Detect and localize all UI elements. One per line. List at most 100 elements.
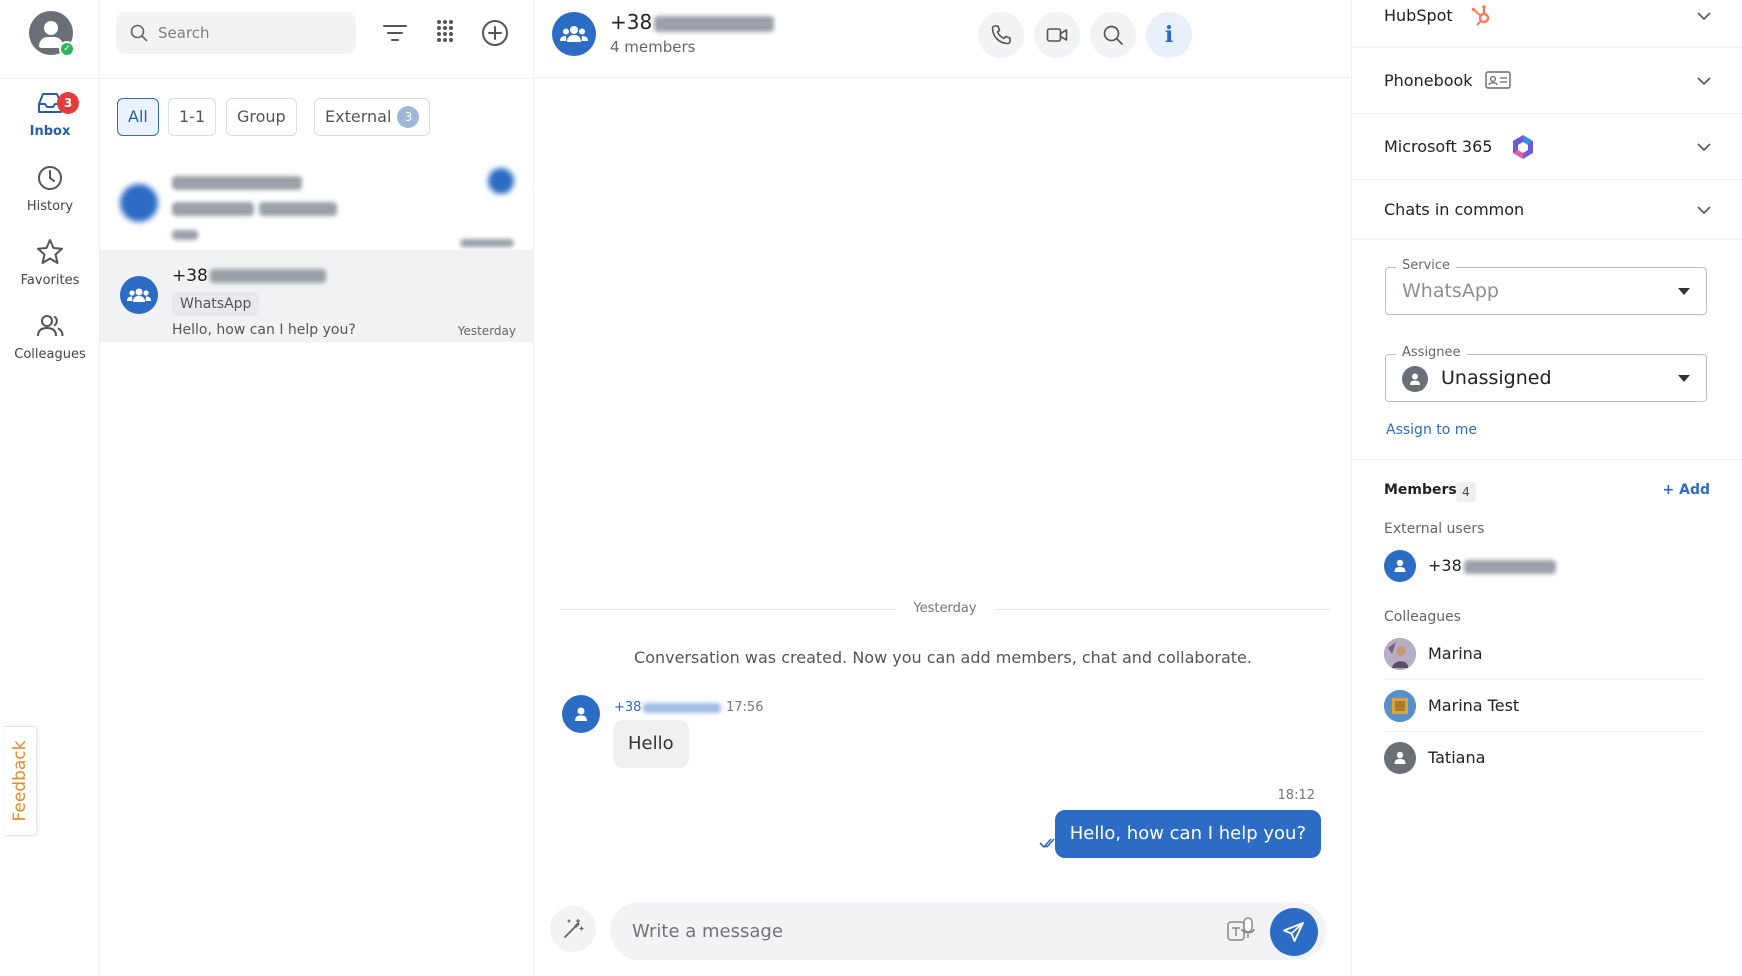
member-item[interactable]: Marina Test xyxy=(1384,680,1704,732)
conversation-item[interactable]: +38 WhatsApp Hello, how can I help you? … xyxy=(100,250,534,342)
chevron-down-icon xyxy=(1697,77,1711,86)
search-input[interactable] xyxy=(158,12,348,54)
chat-panel: +38 4 members i Yesterday Conversation w… xyxy=(534,0,1352,976)
section-phonebook[interactable]: Phonebook xyxy=(1352,48,1742,114)
search-chat-button[interactable] xyxy=(1090,12,1136,58)
filter-external-label: External xyxy=(325,107,392,126)
filter-group[interactable]: Group xyxy=(226,98,297,136)
magic-wand-icon xyxy=(564,918,584,938)
dialpad-button[interactable] xyxy=(428,16,462,50)
filter-group-label: Group xyxy=(237,107,286,126)
app-window: ✓ 3 Inbox History Favorites Colleagues F… xyxy=(0,0,1742,976)
call-button[interactable] xyxy=(978,12,1024,58)
member-item[interactable]: +38 xyxy=(1384,540,1704,592)
info-button[interactable]: i xyxy=(1146,12,1192,58)
member-avatar xyxy=(1384,550,1416,582)
ai-assist-button[interactable] xyxy=(550,906,596,952)
dialpad-icon xyxy=(437,20,453,42)
dropdown-caret-icon xyxy=(1678,288,1690,295)
section-chats-in-common-title: Chats in common xyxy=(1384,200,1525,219)
add-member-button[interactable]: + Add xyxy=(1663,482,1710,498)
photo-avatar-icon xyxy=(1384,690,1416,722)
section-hubspot[interactable]: HubSpot xyxy=(1352,0,1742,48)
service-value: WhatsApp xyxy=(1402,280,1499,302)
conversation-list-panel: All 1-1 Group External 3 +38 WhatsApp Hel… xyxy=(100,0,534,976)
member-avatar xyxy=(1384,742,1416,774)
new-conversation-button[interactable] xyxy=(478,16,512,50)
filter-button[interactable] xyxy=(378,16,412,50)
chat-avatar[interactable] xyxy=(552,12,596,56)
conversation-item-hidden[interactable] xyxy=(100,158,534,250)
filter-one-to-one-label: 1-1 xyxy=(179,107,206,126)
filter-one-to-one[interactable]: 1-1 xyxy=(168,98,217,136)
filter-all[interactable]: All xyxy=(117,98,159,136)
inbox-unread-badge: 3 xyxy=(57,92,79,114)
section-microsoft-365-title: Microsoft 365 xyxy=(1384,137,1493,156)
members-title: Members xyxy=(1384,482,1457,498)
member-name: Marina xyxy=(1428,644,1483,663)
message-input[interactable] xyxy=(632,902,1192,960)
plus-circle-icon xyxy=(482,20,508,46)
feedback-tab[interactable]: Feedback xyxy=(4,726,37,836)
section-microsoft-365[interactable]: Microsoft 365 xyxy=(1352,114,1742,180)
info-icon: i xyxy=(1164,22,1174,48)
member-avatar xyxy=(1384,638,1416,670)
filter-all-label: All xyxy=(128,107,148,126)
conversation-service-tag: WhatsApp xyxy=(172,292,260,316)
nav-inbox[interactable]: 3 Inbox xyxy=(0,88,100,158)
person-icon xyxy=(575,707,587,721)
members-count-badge: 4 xyxy=(1456,482,1476,502)
search-icon xyxy=(1103,25,1123,45)
filter-icon xyxy=(383,25,407,41)
day-divider: Yesterday xyxy=(560,600,1330,620)
nav-colleagues-label: Colleagues xyxy=(14,347,86,362)
my-avatar[interactable]: ✓ xyxy=(29,11,75,57)
nav-favorites-label: Favorites xyxy=(20,273,80,288)
external-users-label: External users xyxy=(1384,521,1485,537)
section-phonebook-title: Phonebook xyxy=(1384,71,1473,90)
incoming-message-bubble[interactable]: Hello xyxy=(613,720,689,768)
colleagues-label: Colleagues xyxy=(1384,609,1461,625)
filter-external-count: 3 xyxy=(397,106,420,128)
feedback-label: Feedback xyxy=(10,740,30,822)
chat-members-count: 4 members xyxy=(610,38,696,56)
people-icon xyxy=(37,315,64,337)
send-icon xyxy=(1283,922,1304,942)
sender-avatar[interactable] xyxy=(562,695,600,733)
member-item[interactable]: Marina xyxy=(1384,628,1704,680)
speech-to-text-icon[interactable] xyxy=(1226,916,1256,946)
assign-to-me-link[interactable]: Assign to me xyxy=(1386,422,1477,438)
chat-title: +38 xyxy=(610,10,775,34)
chevron-down-icon xyxy=(1697,12,1711,21)
chat-header: +38 4 members i xyxy=(534,0,1352,78)
outgoing-message-bubble[interactable]: Hello, how can I help you? xyxy=(1054,810,1321,858)
message-time: 17:56 xyxy=(726,700,764,715)
assignee-select[interactable]: Assignee Unassigned xyxy=(1385,345,1707,402)
service-select[interactable]: Service WhatsApp xyxy=(1385,258,1707,315)
search-box[interactable] xyxy=(116,12,356,54)
details-panel: HubSpot Phonebook Microsoft 365 Chats in… xyxy=(1352,0,1742,976)
dropdown-caret-icon xyxy=(1678,375,1690,382)
video-call-button[interactable] xyxy=(1034,12,1080,58)
member-item[interactable]: Tatiana xyxy=(1384,732,1704,784)
system-message: Conversation was created. Now you can ad… xyxy=(634,648,1252,667)
nav-history[interactable]: History xyxy=(0,163,100,233)
photo-avatar-icon xyxy=(1384,638,1416,670)
send-button[interactable] xyxy=(1270,908,1318,956)
person-icon xyxy=(1394,559,1406,572)
member-name: Marina Test xyxy=(1428,696,1520,715)
assignee-avatar xyxy=(1402,366,1428,392)
group-icon xyxy=(127,288,151,302)
microsoft-365-icon xyxy=(1513,135,1533,159)
member-avatar xyxy=(1384,690,1416,722)
conversation-preview: Hello, how can I help you? xyxy=(172,322,356,338)
star-icon xyxy=(37,239,63,264)
nav-colleagues[interactable]: Colleagues xyxy=(0,311,100,381)
nav-favorites[interactable]: Favorites xyxy=(0,237,100,307)
video-icon xyxy=(1046,28,1068,42)
outgoing-message-time: 18:12 xyxy=(1277,788,1315,803)
filter-external[interactable]: External 3 xyxy=(314,98,431,136)
day-divider-label: Yesterday xyxy=(913,601,977,616)
section-chats-in-common[interactable]: Chats in common xyxy=(1352,180,1742,240)
phone-icon xyxy=(991,25,1011,45)
